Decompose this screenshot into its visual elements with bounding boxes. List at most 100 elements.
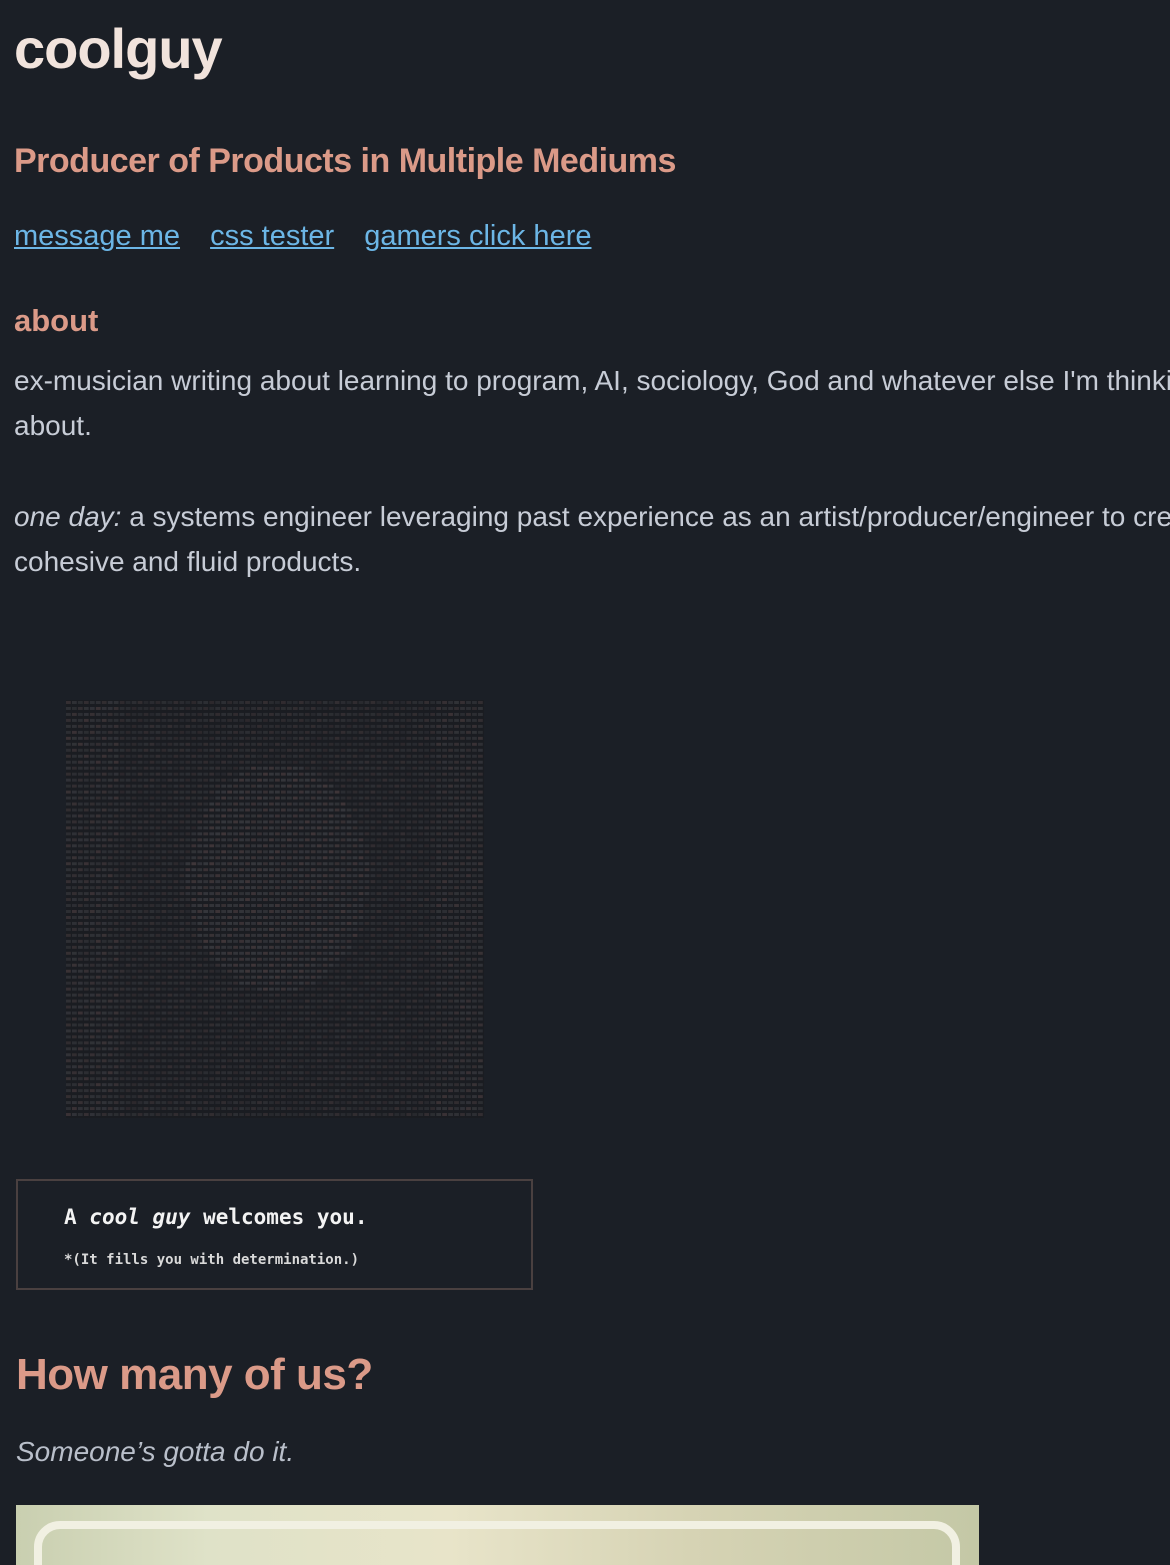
ascii-glyph — [107, 1065, 113, 1069]
ascii-glyph — [101, 1077, 107, 1081]
ascii-glyph — [125, 844, 131, 848]
ascii-glyph — [113, 1083, 119, 1087]
ascii-glyph — [412, 927, 418, 931]
ascii-glyph — [143, 1059, 149, 1063]
ascii-glyph — [424, 754, 430, 758]
ascii-glyph — [131, 832, 137, 836]
ascii-glyph — [340, 784, 346, 788]
ascii-glyph — [340, 874, 346, 878]
gamers-link[interactable]: gamers click here — [364, 220, 591, 252]
ascii-glyph — [179, 1029, 185, 1033]
ascii-glyph — [352, 778, 358, 782]
ascii-glyph — [221, 939, 227, 943]
ascii-glyph — [233, 1065, 238, 1069]
ascii-glyph — [340, 1113, 346, 1117]
ascii-glyph — [107, 808, 113, 812]
ascii-glyph — [179, 892, 185, 896]
ascii-glyph — [448, 832, 453, 836]
ascii-glyph — [346, 880, 352, 884]
ascii-glyph — [209, 1059, 215, 1063]
ascii-glyph — [251, 796, 256, 800]
css-tester-link[interactable]: css tester — [210, 220, 334, 252]
ascii-glyph — [227, 1083, 233, 1087]
ascii-glyph — [472, 820, 477, 824]
ascii-glyph — [382, 1095, 388, 1099]
ascii-glyph — [119, 718, 125, 722]
ascii-glyph — [155, 826, 161, 830]
ascii-glyph — [454, 826, 459, 830]
ascii-glyph — [394, 1077, 400, 1081]
ascii-glyph — [101, 706, 107, 710]
ascii-glyph — [460, 862, 465, 866]
ascii-glyph — [280, 1023, 286, 1027]
ascii-glyph — [298, 862, 304, 866]
ascii-glyph — [107, 939, 113, 943]
ascii-glyph — [101, 862, 107, 866]
ascii-glyph — [358, 1089, 364, 1093]
ascii-glyph — [101, 724, 107, 728]
ascii-glyph — [460, 1107, 465, 1111]
ascii-glyph — [346, 832, 352, 836]
ascii-glyph — [328, 850, 334, 854]
ascii-glyph — [89, 1107, 95, 1111]
ascii-glyph — [149, 838, 155, 842]
ascii-glyph — [89, 772, 95, 776]
ascii-glyph — [310, 927, 316, 931]
ascii-glyph — [460, 1095, 465, 1099]
ascii-glyph — [221, 1107, 227, 1111]
ascii-glyph — [340, 886, 346, 890]
ascii-glyph — [394, 736, 400, 740]
ascii-glyph — [113, 856, 119, 860]
ascii-glyph — [394, 862, 400, 866]
ascii-glyph — [197, 796, 203, 800]
ascii-glyph — [215, 898, 221, 902]
ascii-glyph — [185, 963, 191, 967]
ascii-glyph — [412, 904, 418, 908]
ascii-glyph — [185, 915, 191, 919]
ascii-glyph — [358, 1053, 364, 1057]
ascii-glyph — [209, 1035, 215, 1039]
ascii-glyph — [358, 1065, 364, 1069]
ascii-glyph — [197, 862, 203, 866]
ascii-glyph — [448, 802, 453, 806]
ascii-glyph — [412, 945, 418, 949]
ascii-glyph — [275, 1035, 280, 1039]
ascii-glyph — [370, 850, 376, 854]
ascii-glyph — [286, 754, 292, 758]
ascii-glyph — [448, 736, 453, 740]
ascii-glyph — [340, 832, 346, 836]
ascii-glyph — [203, 868, 209, 872]
ascii-glyph — [394, 778, 400, 782]
ascii-glyph — [364, 904, 370, 908]
ascii-glyph — [113, 1113, 119, 1117]
ascii-glyph — [245, 927, 250, 931]
ascii-glyph — [334, 802, 340, 806]
ascii-glyph — [406, 939, 412, 943]
ascii-glyph — [215, 850, 221, 854]
ascii-glyph — [424, 1017, 430, 1021]
ascii-glyph — [418, 748, 424, 752]
ascii-glyph — [334, 754, 340, 758]
ascii-glyph — [418, 724, 424, 728]
ascii-glyph — [137, 969, 143, 973]
ascii-glyph — [131, 1083, 137, 1087]
ascii-glyph — [209, 724, 215, 728]
ascii-glyph — [418, 1113, 424, 1117]
ascii-glyph — [107, 766, 113, 770]
ascii-glyph — [173, 951, 179, 955]
ascii-glyph — [364, 880, 370, 884]
ascii-glyph — [430, 1023, 436, 1027]
ascii-glyph — [77, 981, 83, 985]
ascii-glyph — [478, 862, 483, 866]
ascii-glyph — [161, 951, 167, 955]
ascii-glyph — [352, 898, 358, 902]
message-me-link[interactable]: message me — [14, 220, 180, 252]
ascii-glyph — [203, 939, 209, 943]
ascii-glyph — [340, 1083, 346, 1087]
ascii-glyph — [155, 1089, 161, 1093]
ascii-glyph — [286, 1083, 292, 1087]
ascii-glyph — [66, 1101, 71, 1105]
ascii-glyph — [221, 1065, 227, 1069]
ascii-glyph — [233, 754, 238, 758]
ascii-glyph — [227, 969, 233, 973]
